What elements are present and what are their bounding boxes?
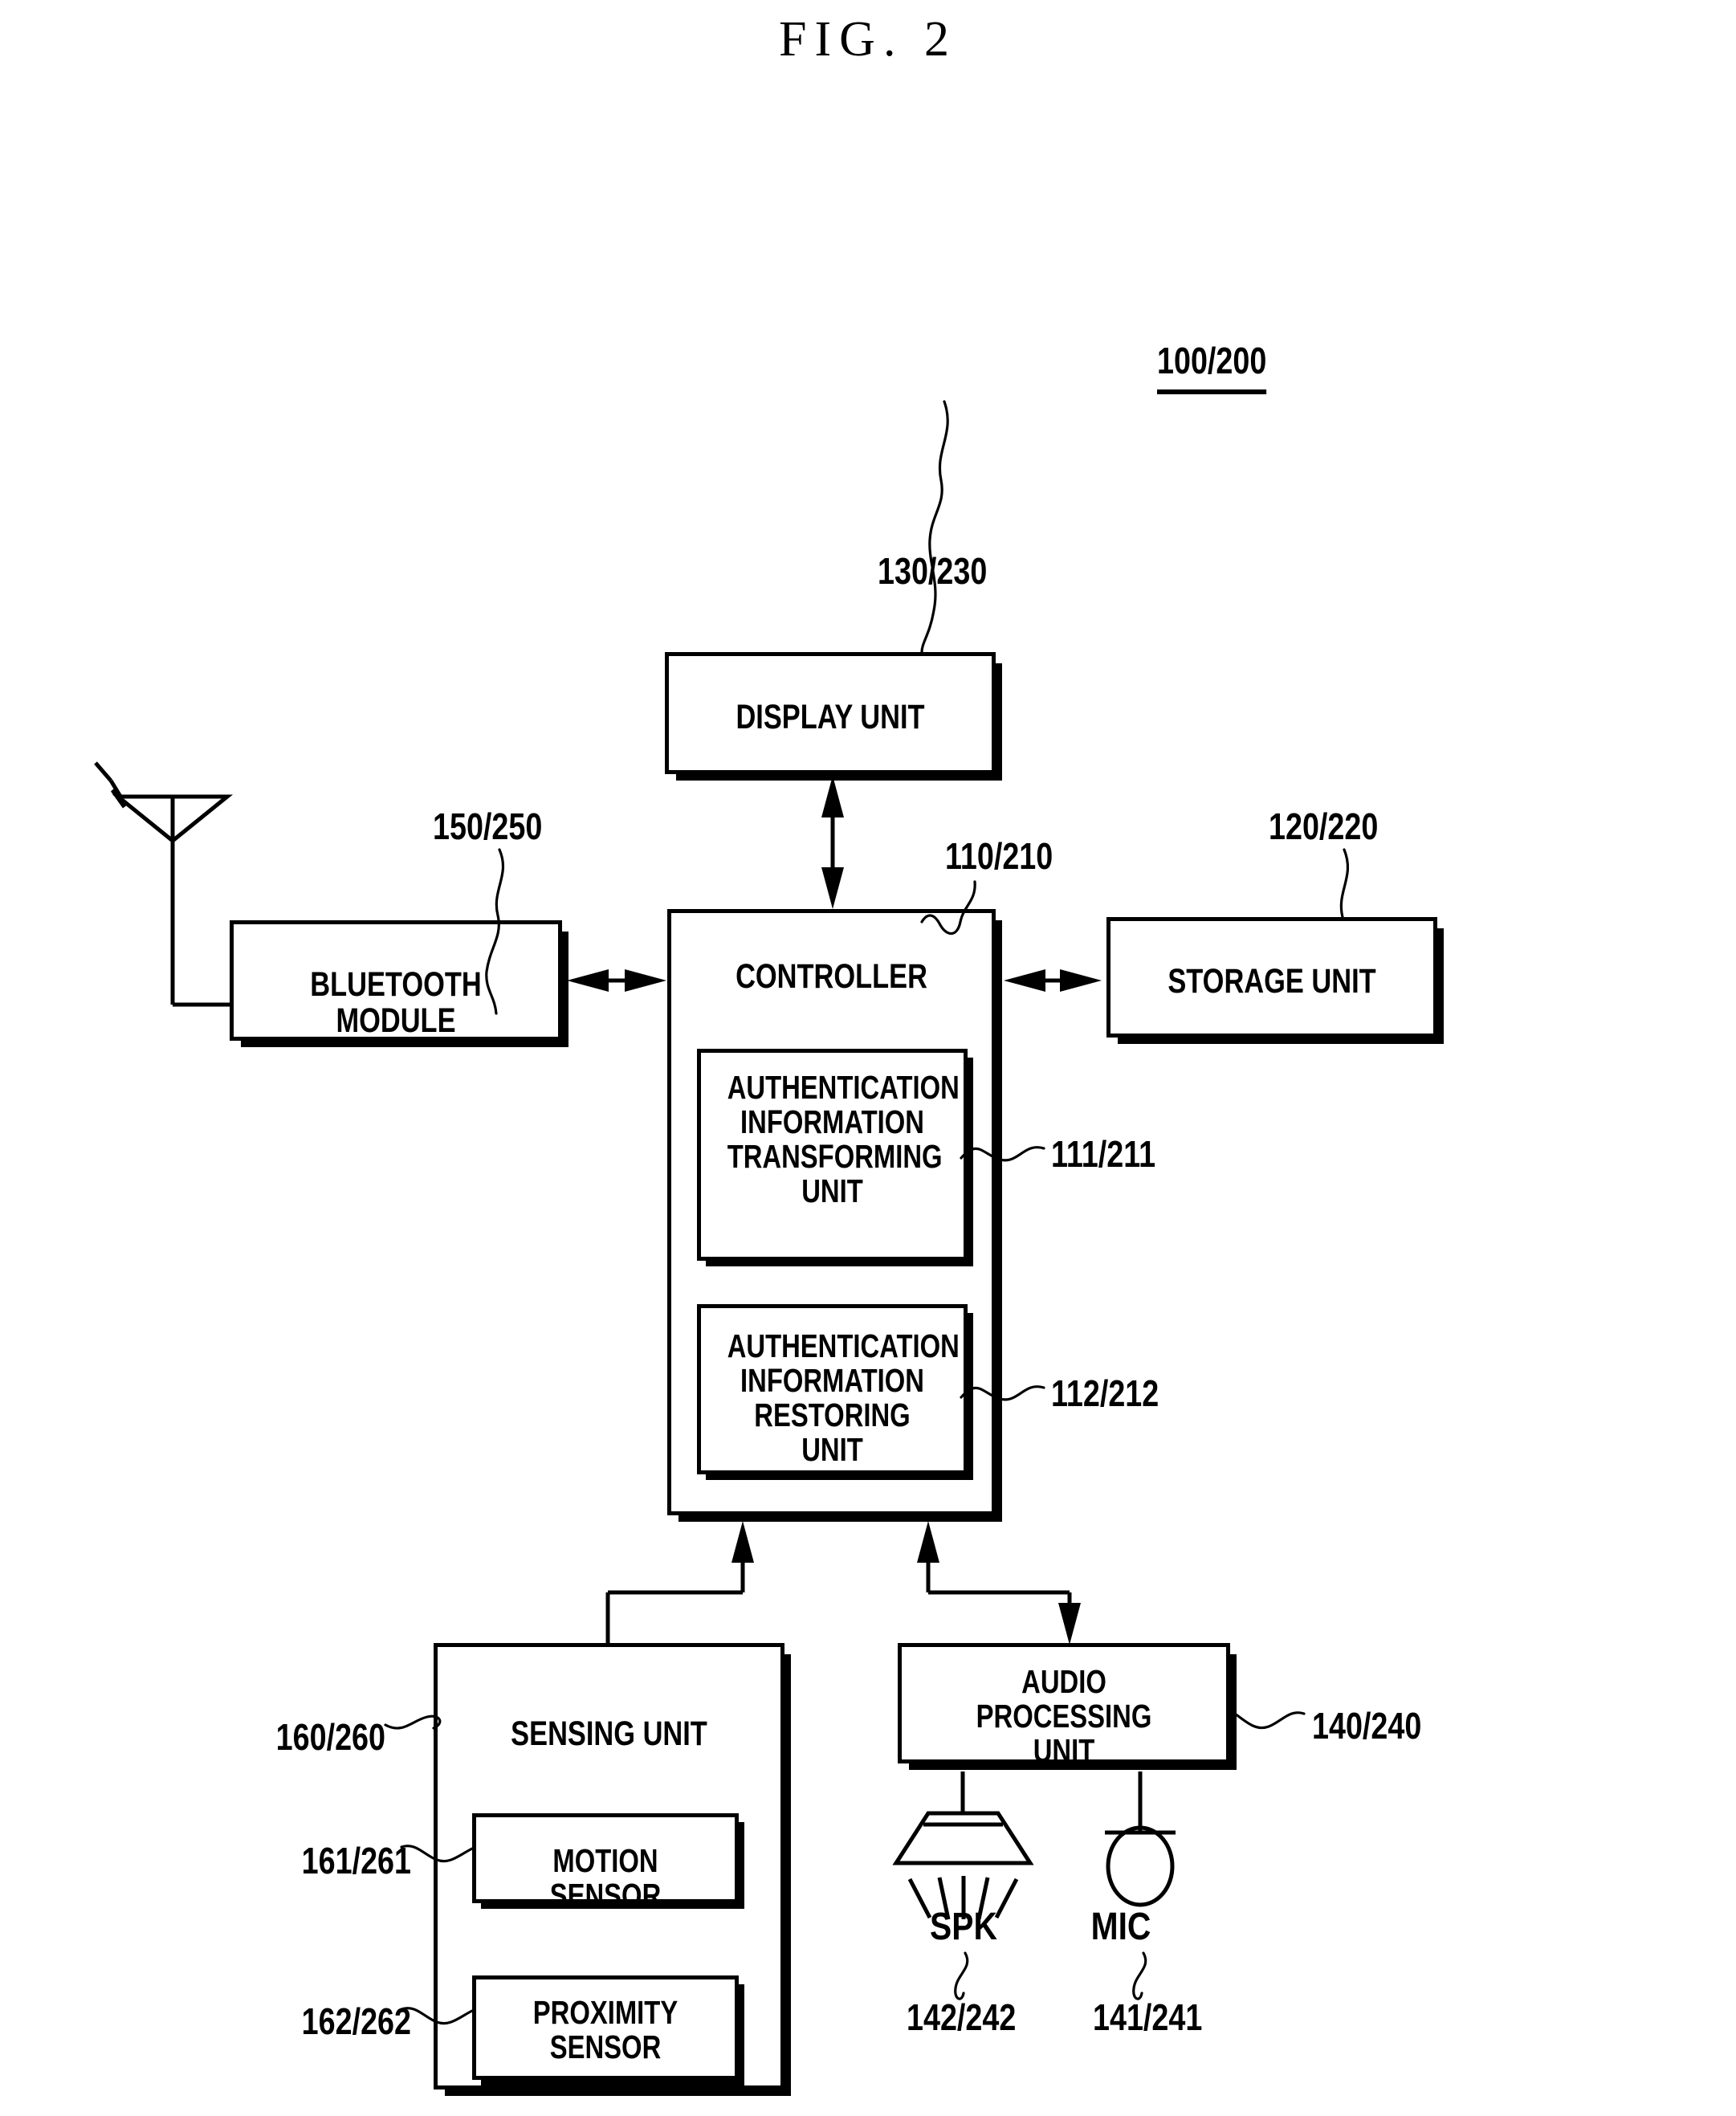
block-display-unit-label: DISPLAY UNIT [736, 698, 925, 736]
ref-audio-processing-unit: 140/240 [1312, 1705, 1422, 1747]
ref-speaker: 142/242 [907, 1996, 1017, 2038]
block-proximity-sensor[interactable]: PROXIMITY SENSOR [472, 1975, 739, 2080]
ref-controller: 110/210 [945, 835, 1053, 877]
ref-bluetooth-module: 150/250 [433, 805, 543, 847]
block-bluetooth-module-label: BLUETOOTH MODULE [310, 965, 482, 1041]
block-auth-info-transforming-unit-label: AUTHENTICATION INFORMATION TRANSFORMING … [727, 1069, 960, 1210]
mic-label: MIC [1090, 1906, 1151, 1948]
ref-storage-unit: 120/220 [1269, 805, 1379, 847]
ref-auth-info-restoring-unit: 112/212 [1051, 1372, 1159, 1414]
block-auth-info-restoring-unit-label: AUTHENTICATION INFORMATION RESTORING UNI… [727, 1327, 960, 1469]
block-auth-info-transforming-unit[interactable]: AUTHENTICATION INFORMATION TRANSFORMING … [697, 1049, 968, 1261]
speaker-label: SPK [930, 1906, 997, 1948]
block-audio-processing-unit-label: AUDIO PROCESSING UNIT [976, 1663, 1152, 1770]
block-motion-sensor-label: MOTION SENSOR [549, 1842, 662, 1914]
ref-auth-info-transforming-unit: 111/211 [1051, 1133, 1156, 1175]
ref-display-unit: 130/230 [878, 550, 988, 592]
ref-motion-sensor: 161/261 [301, 1840, 411, 1882]
ref-mic: 141/241 [1093, 1996, 1203, 2038]
block-proximity-sensor-label: PROXIMITY SENSOR [532, 1994, 679, 2066]
block-storage-unit[interactable]: STORAGE UNIT [1106, 917, 1437, 1038]
block-motion-sensor[interactable]: MOTION SENSOR [472, 1813, 739, 1913]
block-auth-info-restoring-unit[interactable]: AUTHENTICATION INFORMATION RESTORING UNI… [697, 1304, 968, 1474]
block-controller-label: CONTROLLER [736, 957, 927, 996]
ref-sensing-unit: 160/260 [275, 1716, 385, 1758]
block-bluetooth-module[interactable]: BLUETOOTH MODULE [230, 920, 562, 1041]
patent-figure-page: FIG. 2 100/200 DISPLAY UNIT 130/230 BLUE… [0, 0, 1736, 2116]
ref-system-100-200: 100/200 [1157, 339, 1267, 394]
block-display-unit[interactable]: DISPLAY UNIT [665, 652, 996, 774]
block-storage-unit-label: STORAGE UNIT [1168, 962, 1376, 1001]
figure-title: FIG. 2 [779, 12, 957, 67]
block-audio-processing-unit[interactable]: AUDIO PROCESSING UNIT [898, 1643, 1230, 1768]
ref-proximity-sensor: 162/262 [301, 2000, 411, 2042]
block-sensing-unit-label: SENSING UNIT [511, 1714, 707, 1753]
